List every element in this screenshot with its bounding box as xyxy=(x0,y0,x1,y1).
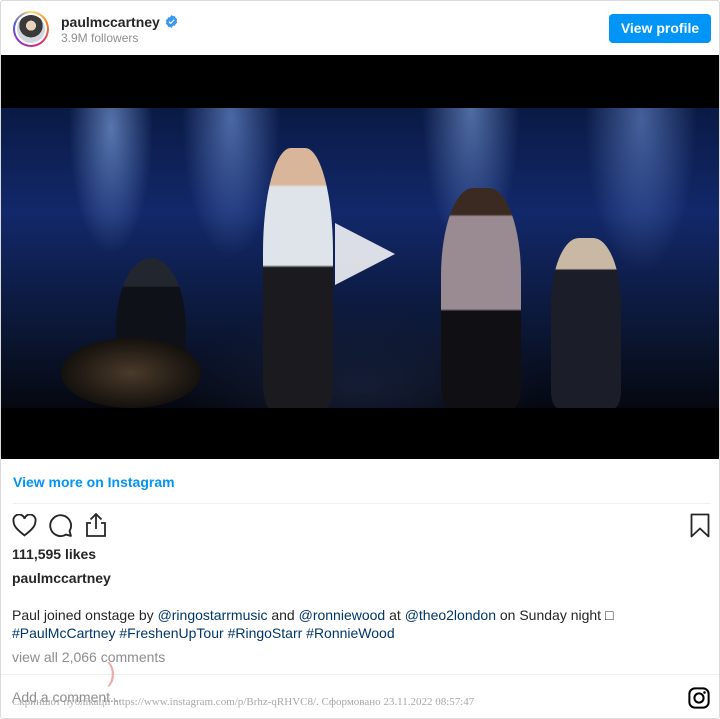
post-header: paulmccartney 3.9M followers View profil… xyxy=(1,1,719,55)
mention-link[interactable]: @ringostarrmusic xyxy=(158,607,268,623)
share-icon[interactable] xyxy=(85,512,107,538)
caption-text: and xyxy=(267,607,299,623)
follower-count: 3.9M followers xyxy=(61,31,139,45)
view-comments-link[interactable]: view all 2,066 comments xyxy=(12,649,165,665)
play-icon[interactable] xyxy=(335,223,395,285)
drum-kit xyxy=(61,338,201,408)
verified-badge-icon xyxy=(165,15,178,28)
bookmark-icon[interactable] xyxy=(690,513,710,538)
hashtag-link[interactable]: #RingoStarr xyxy=(228,625,303,641)
video-player[interactable] xyxy=(1,55,719,459)
screenshot-watermark: Скриншот публікації https://www.instagra… xyxy=(12,696,475,708)
caption-author[interactable]: paulmccartney xyxy=(12,570,111,586)
caption-text: Paul joined onstage by xyxy=(12,607,158,623)
caption-text: at xyxy=(385,607,405,623)
username[interactable]: paulmccartney xyxy=(61,14,160,30)
post-caption: Paul joined onstage by @ringostarrmusic … xyxy=(12,606,712,642)
mention-link[interactable]: @ronniewood xyxy=(299,607,386,623)
avatar-frame xyxy=(15,13,47,45)
instagram-embed: paulmccartney 3.9M followers View profil… xyxy=(0,0,720,719)
hashtag-link[interactable]: #PaulMcCartney xyxy=(12,625,116,641)
performer-left xyxy=(263,148,333,408)
like-count[interactable]: 111,595 likes xyxy=(12,546,96,562)
performer-center xyxy=(441,188,521,408)
performer-right xyxy=(551,238,621,408)
avatar-image xyxy=(17,15,45,43)
hashtag-link[interactable]: #RonnieWood xyxy=(306,625,394,641)
comment-icon[interactable] xyxy=(48,513,73,538)
hashtag-link[interactable]: #FreshenUpTour xyxy=(119,625,223,641)
instagram-icon[interactable] xyxy=(688,687,710,709)
heart-icon[interactable] xyxy=(12,514,37,537)
mention-link[interactable]: @theo2london xyxy=(405,607,496,623)
comment-footer: Add a comment... ) Скриншот публікації h… xyxy=(1,657,719,718)
divider xyxy=(13,503,711,504)
sound-wave-icon: ) xyxy=(107,657,116,687)
view-more-link[interactable]: View more on Instagram xyxy=(13,474,175,490)
avatar[interactable] xyxy=(13,11,49,47)
caption-text: on Sunday night □ xyxy=(495,607,614,623)
view-profile-button[interactable]: View profile xyxy=(609,14,711,43)
